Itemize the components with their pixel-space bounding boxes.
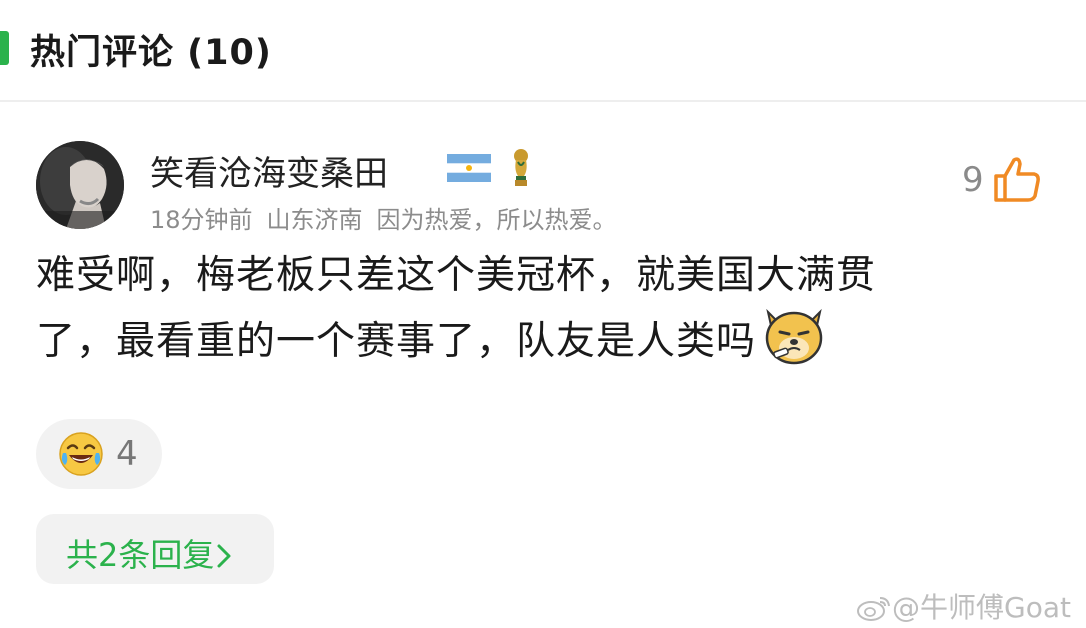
section-header: 热门评论 (10) [0, 0, 1086, 100]
weibo-logo-icon [857, 597, 890, 621]
watermark: @牛师傅Goat [856, 586, 1071, 624]
comment-time: 18分钟前 [150, 206, 253, 234]
avatar[interactable] [36, 141, 124, 229]
comment-line-1: 难受啊，梅老板只差这个美冠杯，就美国大满贯 [36, 253, 877, 298]
view-replies-button[interactable]: 共2条回复 [36, 514, 274, 584]
comment-body: 难受啊，梅老板只差这个美冠杯，就美国大满贯 了，最看重的一个赛事了，队友是人类吗 [36, 247, 1046, 370]
like-count: 9 [962, 160, 984, 200]
comment-line-2-text: 了，最看重的一个赛事了，队友是人类吗 [36, 319, 757, 364]
accent-bar [0, 31, 9, 65]
comment-location: 山东济南 [266, 206, 363, 234]
laughing-emoji-icon [59, 432, 103, 476]
section-title: 热门评论 (10) [30, 33, 272, 73]
world-cup-trophy-icon [514, 149, 528, 186]
replies-label-text: 共2条回复 [66, 536, 215, 574]
argentina-flag-icon [447, 154, 491, 182]
replies-label: 共2条回复 [66, 530, 232, 576]
comment-meta: 18分钟前 山东济南 因为热爱，所以热爱。 [150, 200, 631, 235]
reaction-count: 4 [116, 434, 138, 474]
watermark-text: @牛师傅Goat [892, 591, 1071, 624]
user-signature: 因为热爱，所以热爱。 [376, 206, 617, 234]
reaction-button[interactable]: 4 [36, 419, 162, 489]
thumbs-up-icon[interactable] [992, 154, 1042, 204]
chevron-right-icon [217, 544, 231, 568]
comment-line-2: 了，最看重的一个赛事了，队友是人类吗 [36, 304, 1046, 370]
username[interactable]: 笑看沧海变桑田 [150, 146, 388, 195]
divider [0, 100, 1086, 102]
doge-emoji-icon [765, 308, 823, 365]
